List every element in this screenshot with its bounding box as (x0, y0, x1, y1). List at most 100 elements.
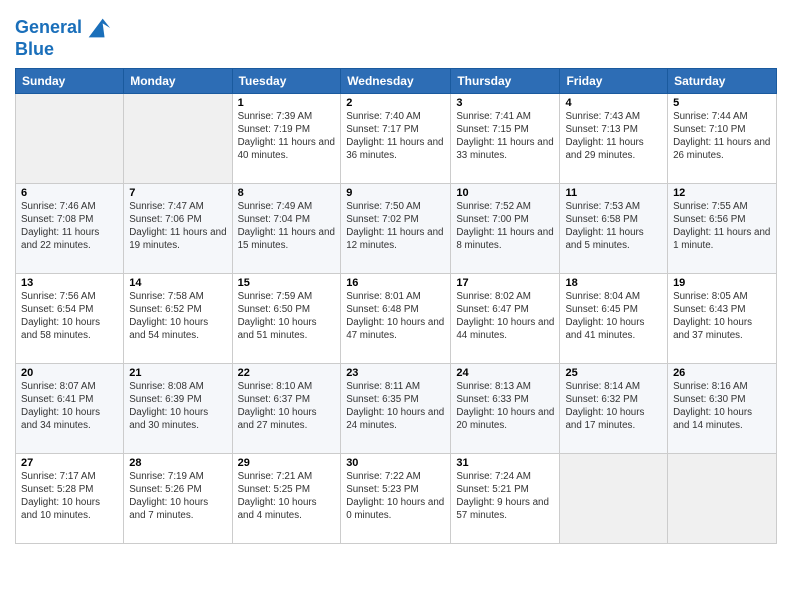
calendar-header-row: Sunday Monday Tuesday Wednesday Thursday… (16, 68, 777, 93)
calendar-cell (16, 93, 124, 183)
day-number: 16 (346, 277, 445, 289)
calendar-week-row: 27Sunrise: 7:17 AMSunset: 5:28 PMDayligh… (16, 453, 777, 543)
day-info: Sunrise: 7:21 AMSunset: 5:25 PMDaylight:… (238, 470, 336, 523)
calendar-cell: 15Sunrise: 7:59 AMSunset: 6:50 PMDayligh… (232, 273, 341, 363)
day-number: 5 (673, 97, 771, 109)
calendar-cell: 19Sunrise: 8:05 AMSunset: 6:43 PMDayligh… (668, 273, 777, 363)
day-info: Sunrise: 7:52 AMSunset: 7:00 PMDaylight:… (456, 200, 554, 253)
day-info: Sunrise: 7:59 AMSunset: 6:50 PMDaylight:… (238, 290, 336, 343)
day-number: 22 (238, 367, 336, 379)
calendar-cell: 12Sunrise: 7:55 AMSunset: 6:56 PMDayligh… (668, 183, 777, 273)
day-number: 12 (673, 187, 771, 199)
col-tuesday: Tuesday (232, 68, 341, 93)
day-info: Sunrise: 7:49 AMSunset: 7:04 PMDaylight:… (238, 200, 336, 253)
col-friday: Friday (560, 68, 668, 93)
calendar-cell: 29Sunrise: 7:21 AMSunset: 5:25 PMDayligh… (232, 453, 341, 543)
calendar-cell: 20Sunrise: 8:07 AMSunset: 6:41 PMDayligh… (16, 363, 124, 453)
calendar-week-row: 20Sunrise: 8:07 AMSunset: 6:41 PMDayligh… (16, 363, 777, 453)
calendar-cell (560, 453, 668, 543)
day-number: 11 (565, 187, 662, 199)
day-info: Sunrise: 7:40 AMSunset: 7:17 PMDaylight:… (346, 110, 445, 163)
day-number: 19 (673, 277, 771, 289)
day-number: 24 (456, 367, 554, 379)
logo-text-general: General (15, 18, 82, 38)
calendar-cell: 24Sunrise: 8:13 AMSunset: 6:33 PMDayligh… (451, 363, 560, 453)
calendar-cell: 17Sunrise: 8:02 AMSunset: 6:47 PMDayligh… (451, 273, 560, 363)
day-info: Sunrise: 7:43 AMSunset: 7:13 PMDaylight:… (565, 110, 662, 163)
day-number: 17 (456, 277, 554, 289)
col-wednesday: Wednesday (341, 68, 451, 93)
day-info: Sunrise: 7:22 AMSunset: 5:23 PMDaylight:… (346, 470, 445, 523)
day-info: Sunrise: 7:55 AMSunset: 6:56 PMDaylight:… (673, 200, 771, 253)
logo-icon (84, 14, 112, 42)
day-info: Sunrise: 7:47 AMSunset: 7:06 PMDaylight:… (129, 200, 226, 253)
day-info: Sunrise: 7:58 AMSunset: 6:52 PMDaylight:… (129, 290, 226, 343)
day-info: Sunrise: 8:16 AMSunset: 6:30 PMDaylight:… (673, 380, 771, 433)
calendar-table: Sunday Monday Tuesday Wednesday Thursday… (15, 68, 777, 544)
calendar-cell: 26Sunrise: 8:16 AMSunset: 6:30 PMDayligh… (668, 363, 777, 453)
calendar-week-row: 6Sunrise: 7:46 AMSunset: 7:08 PMDaylight… (16, 183, 777, 273)
calendar-cell: 1Sunrise: 7:39 AMSunset: 7:19 PMDaylight… (232, 93, 341, 183)
calendar-cell: 25Sunrise: 8:14 AMSunset: 6:32 PMDayligh… (560, 363, 668, 453)
col-saturday: Saturday (668, 68, 777, 93)
day-number: 3 (456, 97, 554, 109)
day-number: 18 (565, 277, 662, 289)
day-info: Sunrise: 8:08 AMSunset: 6:39 PMDaylight:… (129, 380, 226, 433)
day-number: 4 (565, 97, 662, 109)
day-number: 14 (129, 277, 226, 289)
logo-text-blue: Blue (15, 40, 112, 60)
day-info: Sunrise: 8:07 AMSunset: 6:41 PMDaylight:… (21, 380, 118, 433)
calendar-cell (668, 453, 777, 543)
day-info: Sunrise: 7:24 AMSunset: 5:21 PMDaylight:… (456, 470, 554, 523)
day-info: Sunrise: 8:05 AMSunset: 6:43 PMDaylight:… (673, 290, 771, 343)
day-info: Sunrise: 7:56 AMSunset: 6:54 PMDaylight:… (21, 290, 118, 343)
calendar-cell: 22Sunrise: 8:10 AMSunset: 6:37 PMDayligh… (232, 363, 341, 453)
day-number: 31 (456, 457, 554, 469)
page-header: General Blue (15, 10, 777, 60)
day-number: 25 (565, 367, 662, 379)
day-number: 20 (21, 367, 118, 379)
calendar-cell: 9Sunrise: 7:50 AMSunset: 7:02 PMDaylight… (341, 183, 451, 273)
day-number: 7 (129, 187, 226, 199)
day-number: 27 (21, 457, 118, 469)
day-info: Sunrise: 7:44 AMSunset: 7:10 PMDaylight:… (673, 110, 771, 163)
day-number: 15 (238, 277, 336, 289)
calendar-cell: 4Sunrise: 7:43 AMSunset: 7:13 PMDaylight… (560, 93, 668, 183)
day-info: Sunrise: 7:41 AMSunset: 7:15 PMDaylight:… (456, 110, 554, 163)
calendar-cell: 18Sunrise: 8:04 AMSunset: 6:45 PMDayligh… (560, 273, 668, 363)
day-info: Sunrise: 7:53 AMSunset: 6:58 PMDaylight:… (565, 200, 662, 253)
day-info: Sunrise: 8:11 AMSunset: 6:35 PMDaylight:… (346, 380, 445, 433)
day-info: Sunrise: 7:17 AMSunset: 5:28 PMDaylight:… (21, 470, 118, 523)
day-info: Sunrise: 7:50 AMSunset: 7:02 PMDaylight:… (346, 200, 445, 253)
day-number: 9 (346, 187, 445, 199)
calendar-cell: 13Sunrise: 7:56 AMSunset: 6:54 PMDayligh… (16, 273, 124, 363)
day-number: 2 (346, 97, 445, 109)
day-number: 6 (21, 187, 118, 199)
day-number: 21 (129, 367, 226, 379)
day-number: 1 (238, 97, 336, 109)
calendar-cell: 8Sunrise: 7:49 AMSunset: 7:04 PMDaylight… (232, 183, 341, 273)
calendar-cell (124, 93, 232, 183)
day-info: Sunrise: 8:10 AMSunset: 6:37 PMDaylight:… (238, 380, 336, 433)
day-number: 30 (346, 457, 445, 469)
calendar-cell: 10Sunrise: 7:52 AMSunset: 7:00 PMDayligh… (451, 183, 560, 273)
day-number: 28 (129, 457, 226, 469)
calendar-cell: 27Sunrise: 7:17 AMSunset: 5:28 PMDayligh… (16, 453, 124, 543)
day-info: Sunrise: 8:02 AMSunset: 6:47 PMDaylight:… (456, 290, 554, 343)
day-number: 8 (238, 187, 336, 199)
calendar-week-row: 1Sunrise: 7:39 AMSunset: 7:19 PMDaylight… (16, 93, 777, 183)
day-info: Sunrise: 7:39 AMSunset: 7:19 PMDaylight:… (238, 110, 336, 163)
logo: General Blue (15, 14, 112, 60)
calendar-cell: 16Sunrise: 8:01 AMSunset: 6:48 PMDayligh… (341, 273, 451, 363)
calendar-cell: 6Sunrise: 7:46 AMSunset: 7:08 PMDaylight… (16, 183, 124, 273)
day-info: Sunrise: 8:04 AMSunset: 6:45 PMDaylight:… (565, 290, 662, 343)
calendar-cell: 7Sunrise: 7:47 AMSunset: 7:06 PMDaylight… (124, 183, 232, 273)
calendar-cell: 2Sunrise: 7:40 AMSunset: 7:17 PMDaylight… (341, 93, 451, 183)
day-info: Sunrise: 8:01 AMSunset: 6:48 PMDaylight:… (346, 290, 445, 343)
day-number: 10 (456, 187, 554, 199)
col-thursday: Thursday (451, 68, 560, 93)
day-number: 26 (673, 367, 771, 379)
calendar-cell: 14Sunrise: 7:58 AMSunset: 6:52 PMDayligh… (124, 273, 232, 363)
col-sunday: Sunday (16, 68, 124, 93)
day-number: 23 (346, 367, 445, 379)
